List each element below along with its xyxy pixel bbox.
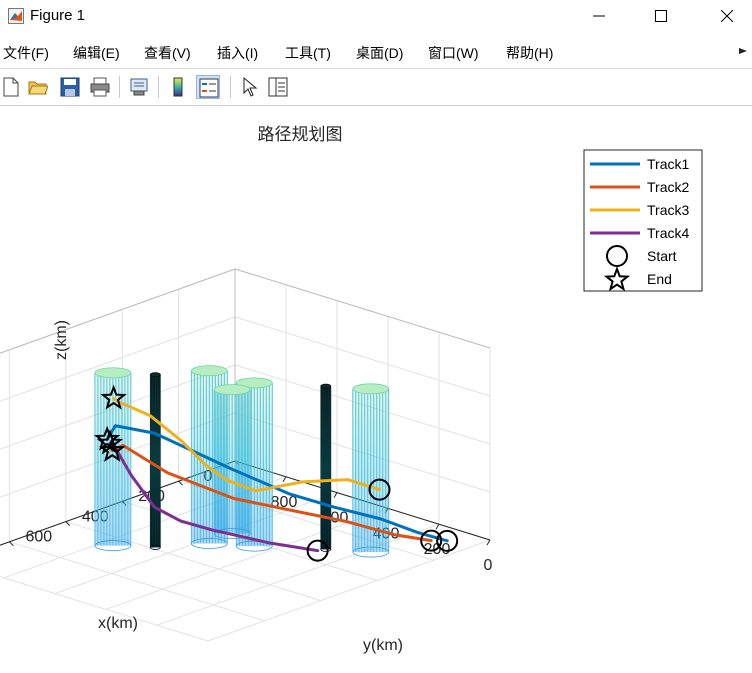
insert-colorbar-button[interactable]: [166, 75, 190, 99]
menu-view[interactable]: 查看(V): [144, 43, 191, 63]
menu-file[interactable]: 文件(F): [3, 43, 49, 63]
cylinder-top-cap: [213, 384, 251, 396]
legend-label: Track3: [647, 202, 689, 218]
menu-desktop[interactable]: 桌面(D): [356, 43, 403, 63]
toolbar-separator: [158, 76, 159, 98]
cylinder-top-cap: [320, 383, 332, 389]
maximize-button[interactable]: [638, 0, 684, 32]
figure-toolbar: [0, 69, 752, 106]
print-preview-button[interactable]: [127, 75, 151, 99]
menu-overflow-arrow-icon[interactable]: [738, 46, 748, 56]
close-button[interactable]: [704, 0, 750, 32]
legend-label: End: [647, 271, 672, 287]
edit-plot-button[interactable]: [238, 75, 262, 99]
x-axis-label: x(km): [98, 615, 138, 632]
window-title: Figure 1: [30, 7, 86, 24]
x-tick-label: 600: [25, 529, 52, 546]
print-button[interactable]: [88, 75, 112, 99]
print-icon: [90, 77, 110, 97]
insert-legend-button[interactable]: [196, 75, 220, 99]
cylinder-top-cap: [149, 372, 161, 378]
minimize-button[interactable]: [576, 0, 622, 32]
title-bar: Figure 1: [0, 0, 752, 34]
menu-tools[interactable]: 工具(T): [285, 43, 331, 63]
legend-label: Track2: [647, 179, 689, 195]
chart-title: 路径规划图: [258, 125, 343, 145]
obstacle-cylinder: [94, 367, 132, 552]
colorbar-icon: [173, 77, 183, 97]
matlab-logo-icon: [8, 8, 24, 24]
obstacle-cylinder: [320, 383, 332, 552]
maximize-icon: [655, 10, 667, 22]
legend-label: Track4: [647, 225, 689, 241]
cylinder-top-cap: [190, 365, 228, 377]
menu-help[interactable]: 帮助(H): [506, 43, 553, 63]
cylinder-top-cap: [94, 367, 132, 379]
floor-grid-line: [9, 541, 265, 622]
property-inspector-icon: [268, 77, 288, 97]
z-axis-label: z(km): [53, 320, 70, 360]
obstacle-cylinder: [213, 384, 251, 540]
legend-icon: [199, 78, 219, 98]
open-file-button[interactable]: [26, 75, 50, 99]
property-inspector-button[interactable]: [266, 75, 290, 99]
new-figure-icon: [3, 77, 19, 97]
legend-label: Track1: [647, 156, 689, 172]
menu-bar: 文件(F) 编辑(E) 查看(V) 插入(I) 工具(T) 桌面(D) 窗口(W…: [0, 34, 752, 69]
print-preview-icon: [130, 78, 148, 96]
menu-window[interactable]: 窗口(W): [428, 43, 479, 63]
cylinder-top-cap: [352, 383, 390, 395]
new-figure-button[interactable]: [0, 75, 24, 99]
y-tick-label: 0: [484, 557, 493, 574]
minimize-icon: [593, 15, 605, 17]
close-icon: [721, 10, 733, 22]
pointer-icon: [243, 77, 258, 97]
figure-canvas: 0510152002004006008000200400600800 路径规划图…: [0, 106, 752, 668]
obstacle-cylinder: [149, 372, 161, 550]
y-axis-label: y(km): [363, 637, 403, 654]
save-button[interactable]: [58, 75, 82, 99]
open-file-icon: [28, 81, 48, 95]
toolbar-separator: [230, 76, 231, 98]
menu-insert[interactable]: 插入(I): [217, 43, 258, 63]
toolbar-separator: [119, 76, 120, 98]
legend-label: Start: [647, 248, 677, 264]
menu-edit[interactable]: 编辑(E): [73, 43, 120, 63]
chart-legend[interactable]: Track1 Track2 Track3 Track4 Start End: [583, 149, 703, 292]
chart-svg: 0510152002004006008000200400600800 路径规划图…: [0, 125, 703, 654]
save-icon: [60, 77, 80, 97]
